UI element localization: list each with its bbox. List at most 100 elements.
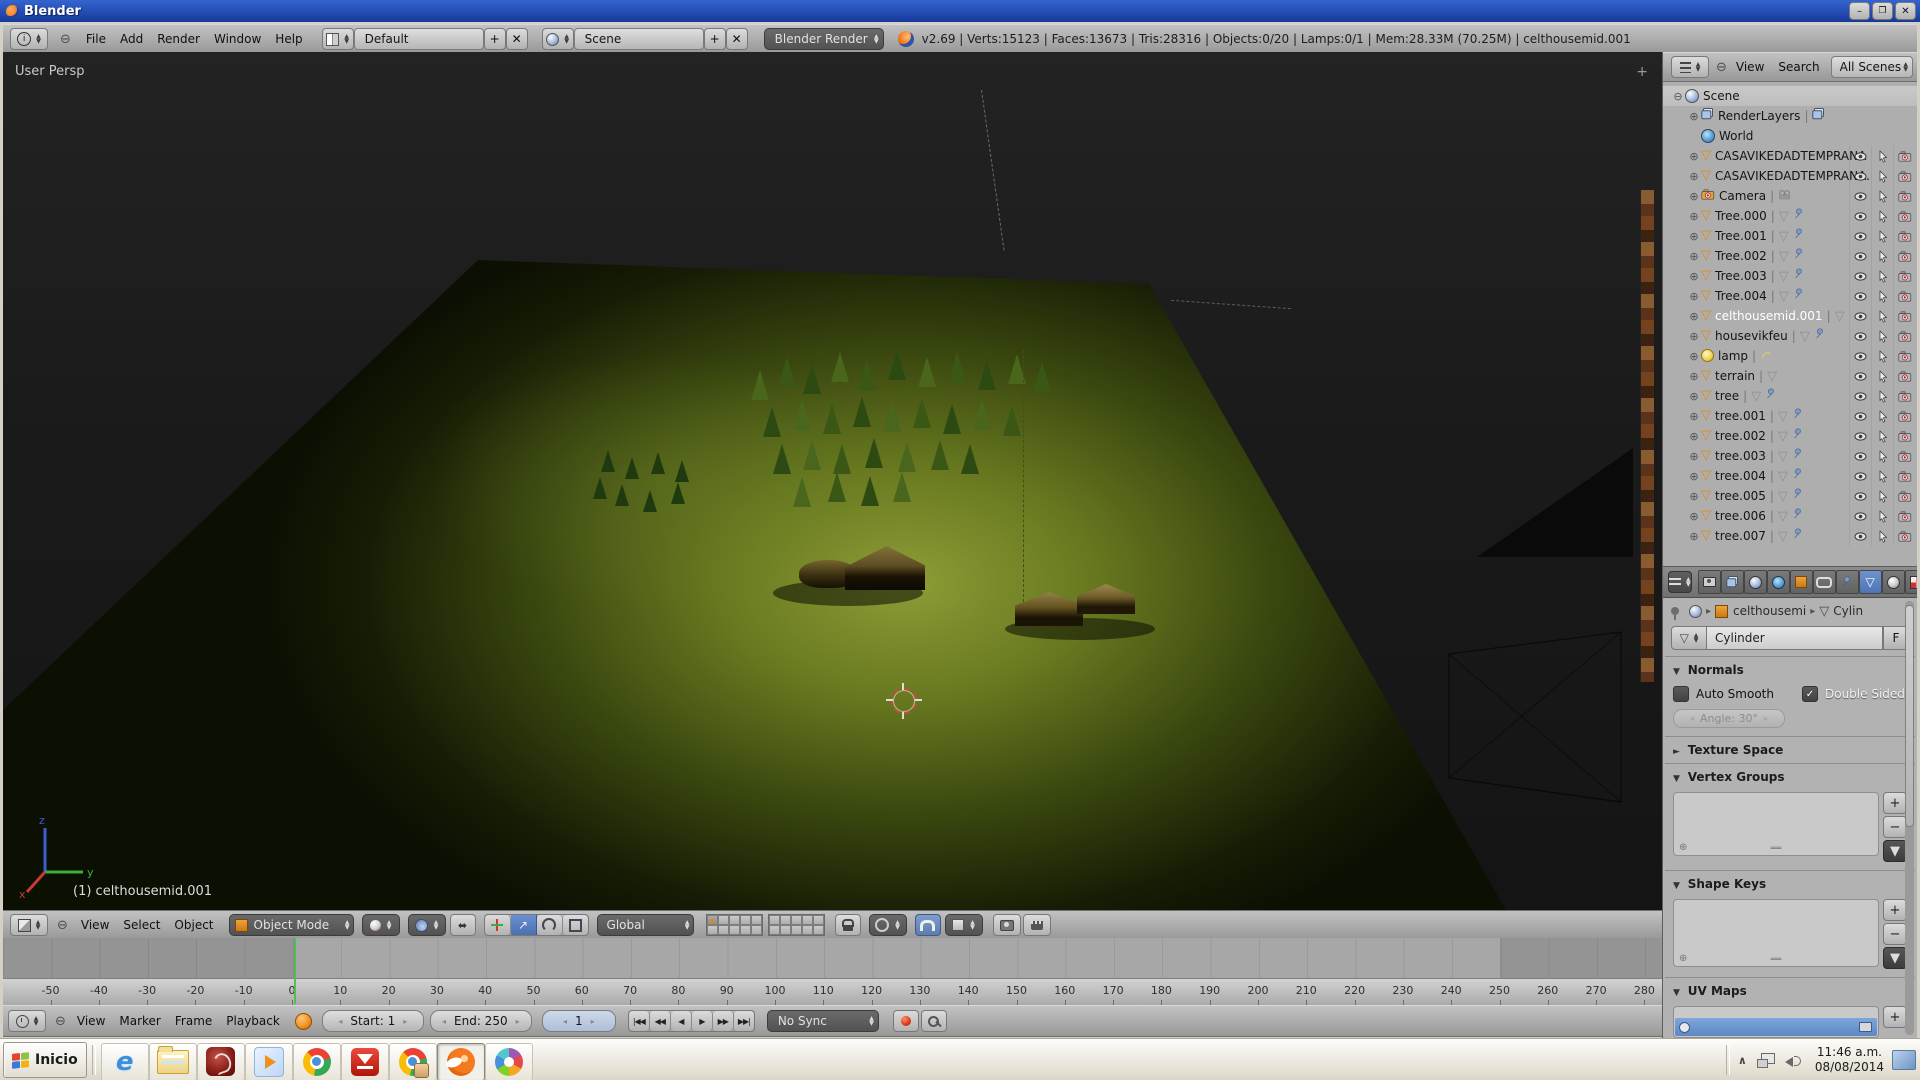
breadcrumb-data[interactable]: Cylin xyxy=(1833,604,1863,618)
properties-tab-object[interactable] xyxy=(1790,570,1813,594)
visibility-eye-icon[interactable] xyxy=(1849,206,1871,226)
menu-view[interactable]: View xyxy=(70,1012,112,1030)
outliner-item-name[interactable]: tree.004 xyxy=(1715,469,1766,483)
renderability-camera-icon[interactable] xyxy=(1893,146,1915,166)
outliner-row[interactable]: World xyxy=(1663,126,1917,146)
outliner-row[interactable]: ⊕▽CASAVIKEDADTEMPRANA. xyxy=(1663,166,1917,186)
add-vertex-group-button[interactable]: + xyxy=(1883,792,1907,814)
jump-to-end-button[interactable]: ▶▶| xyxy=(734,1011,754,1031)
pin-icon[interactable] xyxy=(1671,607,1679,615)
visibility-eye-icon[interactable] xyxy=(1849,526,1871,546)
menu-add[interactable]: Add xyxy=(113,30,150,48)
frame-start-field[interactable]: ◂ Start: 1 ▸ xyxy=(322,1010,424,1032)
visibility-eye-icon[interactable] xyxy=(1849,226,1871,246)
snap-element-select[interactable]: ▲▼ xyxy=(945,914,983,936)
double-sided-checkbox[interactable]: ✓ xyxy=(1802,686,1818,702)
renderability-camera-icon[interactable] xyxy=(1893,446,1915,466)
renderability-camera-icon[interactable] xyxy=(1893,366,1915,386)
outliner-item-name[interactable]: Tree.000 xyxy=(1715,209,1767,223)
previous-keyframe-button[interactable]: ◀◀ xyxy=(650,1011,671,1031)
screen-layout-icon-button[interactable]: ▲▼ xyxy=(322,28,354,50)
renderability-camera-icon[interactable] xyxy=(1893,326,1915,346)
renderability-camera-icon[interactable] xyxy=(1893,426,1915,446)
outliner-item-name[interactable]: Tree.003 xyxy=(1715,269,1767,283)
layers-grid[interactable] xyxy=(768,914,825,936)
keying-set-button[interactable] xyxy=(921,1010,947,1032)
outliner-item-name[interactable]: tree.005 xyxy=(1715,489,1766,503)
screen-layout-field[interactable]: Default xyxy=(354,28,484,50)
outliner-scope-select[interactable]: All Scenes ▲▼ xyxy=(1831,56,1913,78)
layer-toggle[interactable] xyxy=(769,915,780,925)
outliner-row[interactable]: ⊕▽Tree.000|▽ xyxy=(1663,206,1917,226)
properties-tab-render[interactable] xyxy=(1698,570,1721,594)
taskbar-app-scorpion[interactable] xyxy=(197,1043,245,1080)
add-layout-button[interactable]: + xyxy=(484,28,506,50)
expand-toggle-icon[interactable]: ⊕ xyxy=(1687,287,1701,307)
current-frame-field[interactable]: ◂ 1 ▸ xyxy=(542,1010,616,1032)
shape-keys-panel-header[interactable]: ▼ Shape Keys xyxy=(1673,877,1907,891)
transform-orientation-select[interactable]: Global ▲▼ xyxy=(597,914,694,936)
taskbar-app-chrome[interactable] xyxy=(293,1043,341,1080)
visibility-eye-icon[interactable] xyxy=(1849,486,1871,506)
layer-toggle[interactable] xyxy=(707,925,718,935)
expand-toggle-icon[interactable]: ⊕ xyxy=(1687,427,1701,447)
remove-shape-key-button[interactable]: − xyxy=(1883,923,1907,945)
timeline-tracks[interactable] xyxy=(3,938,1662,978)
selectability-cursor-icon[interactable] xyxy=(1871,386,1893,406)
expand-toggle-icon[interactable]: ⊕ xyxy=(1687,247,1701,267)
menu-frame[interactable]: Frame xyxy=(168,1012,219,1030)
properties-tab-constraints[interactable] xyxy=(1813,570,1836,594)
mesh-id-icon-button[interactable]: ▽ ▲▼ xyxy=(1671,626,1707,650)
properties-tab-render-layers[interactable] xyxy=(1721,570,1744,594)
outliner-row[interactable]: ⊕▽Tree.004|▽ xyxy=(1663,286,1917,306)
visibility-eye-icon[interactable] xyxy=(1849,306,1871,326)
menu-view[interactable]: View xyxy=(1729,58,1771,76)
layer-toggle[interactable] xyxy=(718,925,729,935)
layer-toggle[interactable] xyxy=(813,915,824,925)
collapse-menus-icon[interactable]: ⊖ xyxy=(55,1014,66,1029)
list-resize-plus-icon[interactable]: ⊕ xyxy=(1679,953,1687,964)
visibility-eye-icon[interactable] xyxy=(1849,366,1871,386)
outliner-row[interactable]: ⊕▽tree.006|▽ xyxy=(1663,506,1917,526)
outliner-item-name[interactable]: tree.001 xyxy=(1715,409,1766,423)
render-engine-select[interactable]: Blender Render ▲▼ xyxy=(764,28,884,50)
renderability-camera-icon[interactable] xyxy=(1893,506,1915,526)
outliner-row[interactable]: ⊕▽Tree.002|▽ xyxy=(1663,246,1917,266)
outliner-row[interactable]: ⊕▽tree.001|▽ xyxy=(1663,406,1917,426)
menu-render[interactable]: Render xyxy=(150,30,207,48)
renderability-camera-icon[interactable] xyxy=(1893,166,1915,186)
taskbar-app-media-player[interactable] xyxy=(245,1043,293,1080)
menu-object[interactable]: Object xyxy=(167,916,220,934)
manipulator-axis-button[interactable] xyxy=(485,915,511,935)
visibility-eye-icon[interactable] xyxy=(1849,266,1871,286)
visibility-eye-icon[interactable] xyxy=(1849,446,1871,466)
list-resize-grip-icon[interactable]: ══ xyxy=(1771,844,1782,854)
start-button[interactable]: Inicio xyxy=(3,1042,87,1078)
expand-toggle-icon[interactable]: ⊕ xyxy=(1687,227,1701,247)
camera-wireframe[interactable] xyxy=(1441,592,1653,827)
layer-toggle[interactable] xyxy=(707,915,718,925)
auto-smooth-checkbox[interactable] xyxy=(1673,686,1689,702)
outliner-item-name[interactable]: terrain xyxy=(1715,369,1755,383)
normals-panel-header[interactable]: ▼ Normals xyxy=(1673,663,1907,677)
menu-search[interactable]: Search xyxy=(1771,58,1826,76)
visibility-eye-icon[interactable] xyxy=(1849,506,1871,526)
expand-toggle-icon[interactable]: ⊕ xyxy=(1687,367,1701,387)
outliner-row[interactable]: ⊕▽Tree.001|▽ xyxy=(1663,226,1917,246)
layer-toggle[interactable] xyxy=(718,915,729,925)
visibility-eye-icon[interactable] xyxy=(1849,406,1871,426)
timeline-ruler[interactable]: -50-40-30-20-100102030405060708090100110… xyxy=(3,978,1662,1006)
rotate-manipulator-button[interactable] xyxy=(537,915,563,935)
outliner-item-name[interactable]: tree.007 xyxy=(1715,529,1766,543)
outliner-item-name[interactable]: Camera xyxy=(1719,189,1766,203)
window-titlebar[interactable]: Blender – ❐ ✕ xyxy=(0,0,1920,22)
outliner-item-name[interactable]: Tree.004 xyxy=(1715,289,1767,303)
visibility-eye-icon[interactable] xyxy=(1849,146,1871,166)
delete-scene-button[interactable]: ✕ xyxy=(726,28,748,50)
layer-toggle[interactable] xyxy=(729,925,740,935)
menu-file[interactable]: File xyxy=(79,30,113,48)
collapse-menus-icon[interactable]: ⊖ xyxy=(60,32,71,47)
visibility-eye-icon[interactable] xyxy=(1849,426,1871,446)
selectability-cursor-icon[interactable] xyxy=(1871,486,1893,506)
expand-toggle-icon[interactable]: ⊕ xyxy=(1687,407,1701,427)
